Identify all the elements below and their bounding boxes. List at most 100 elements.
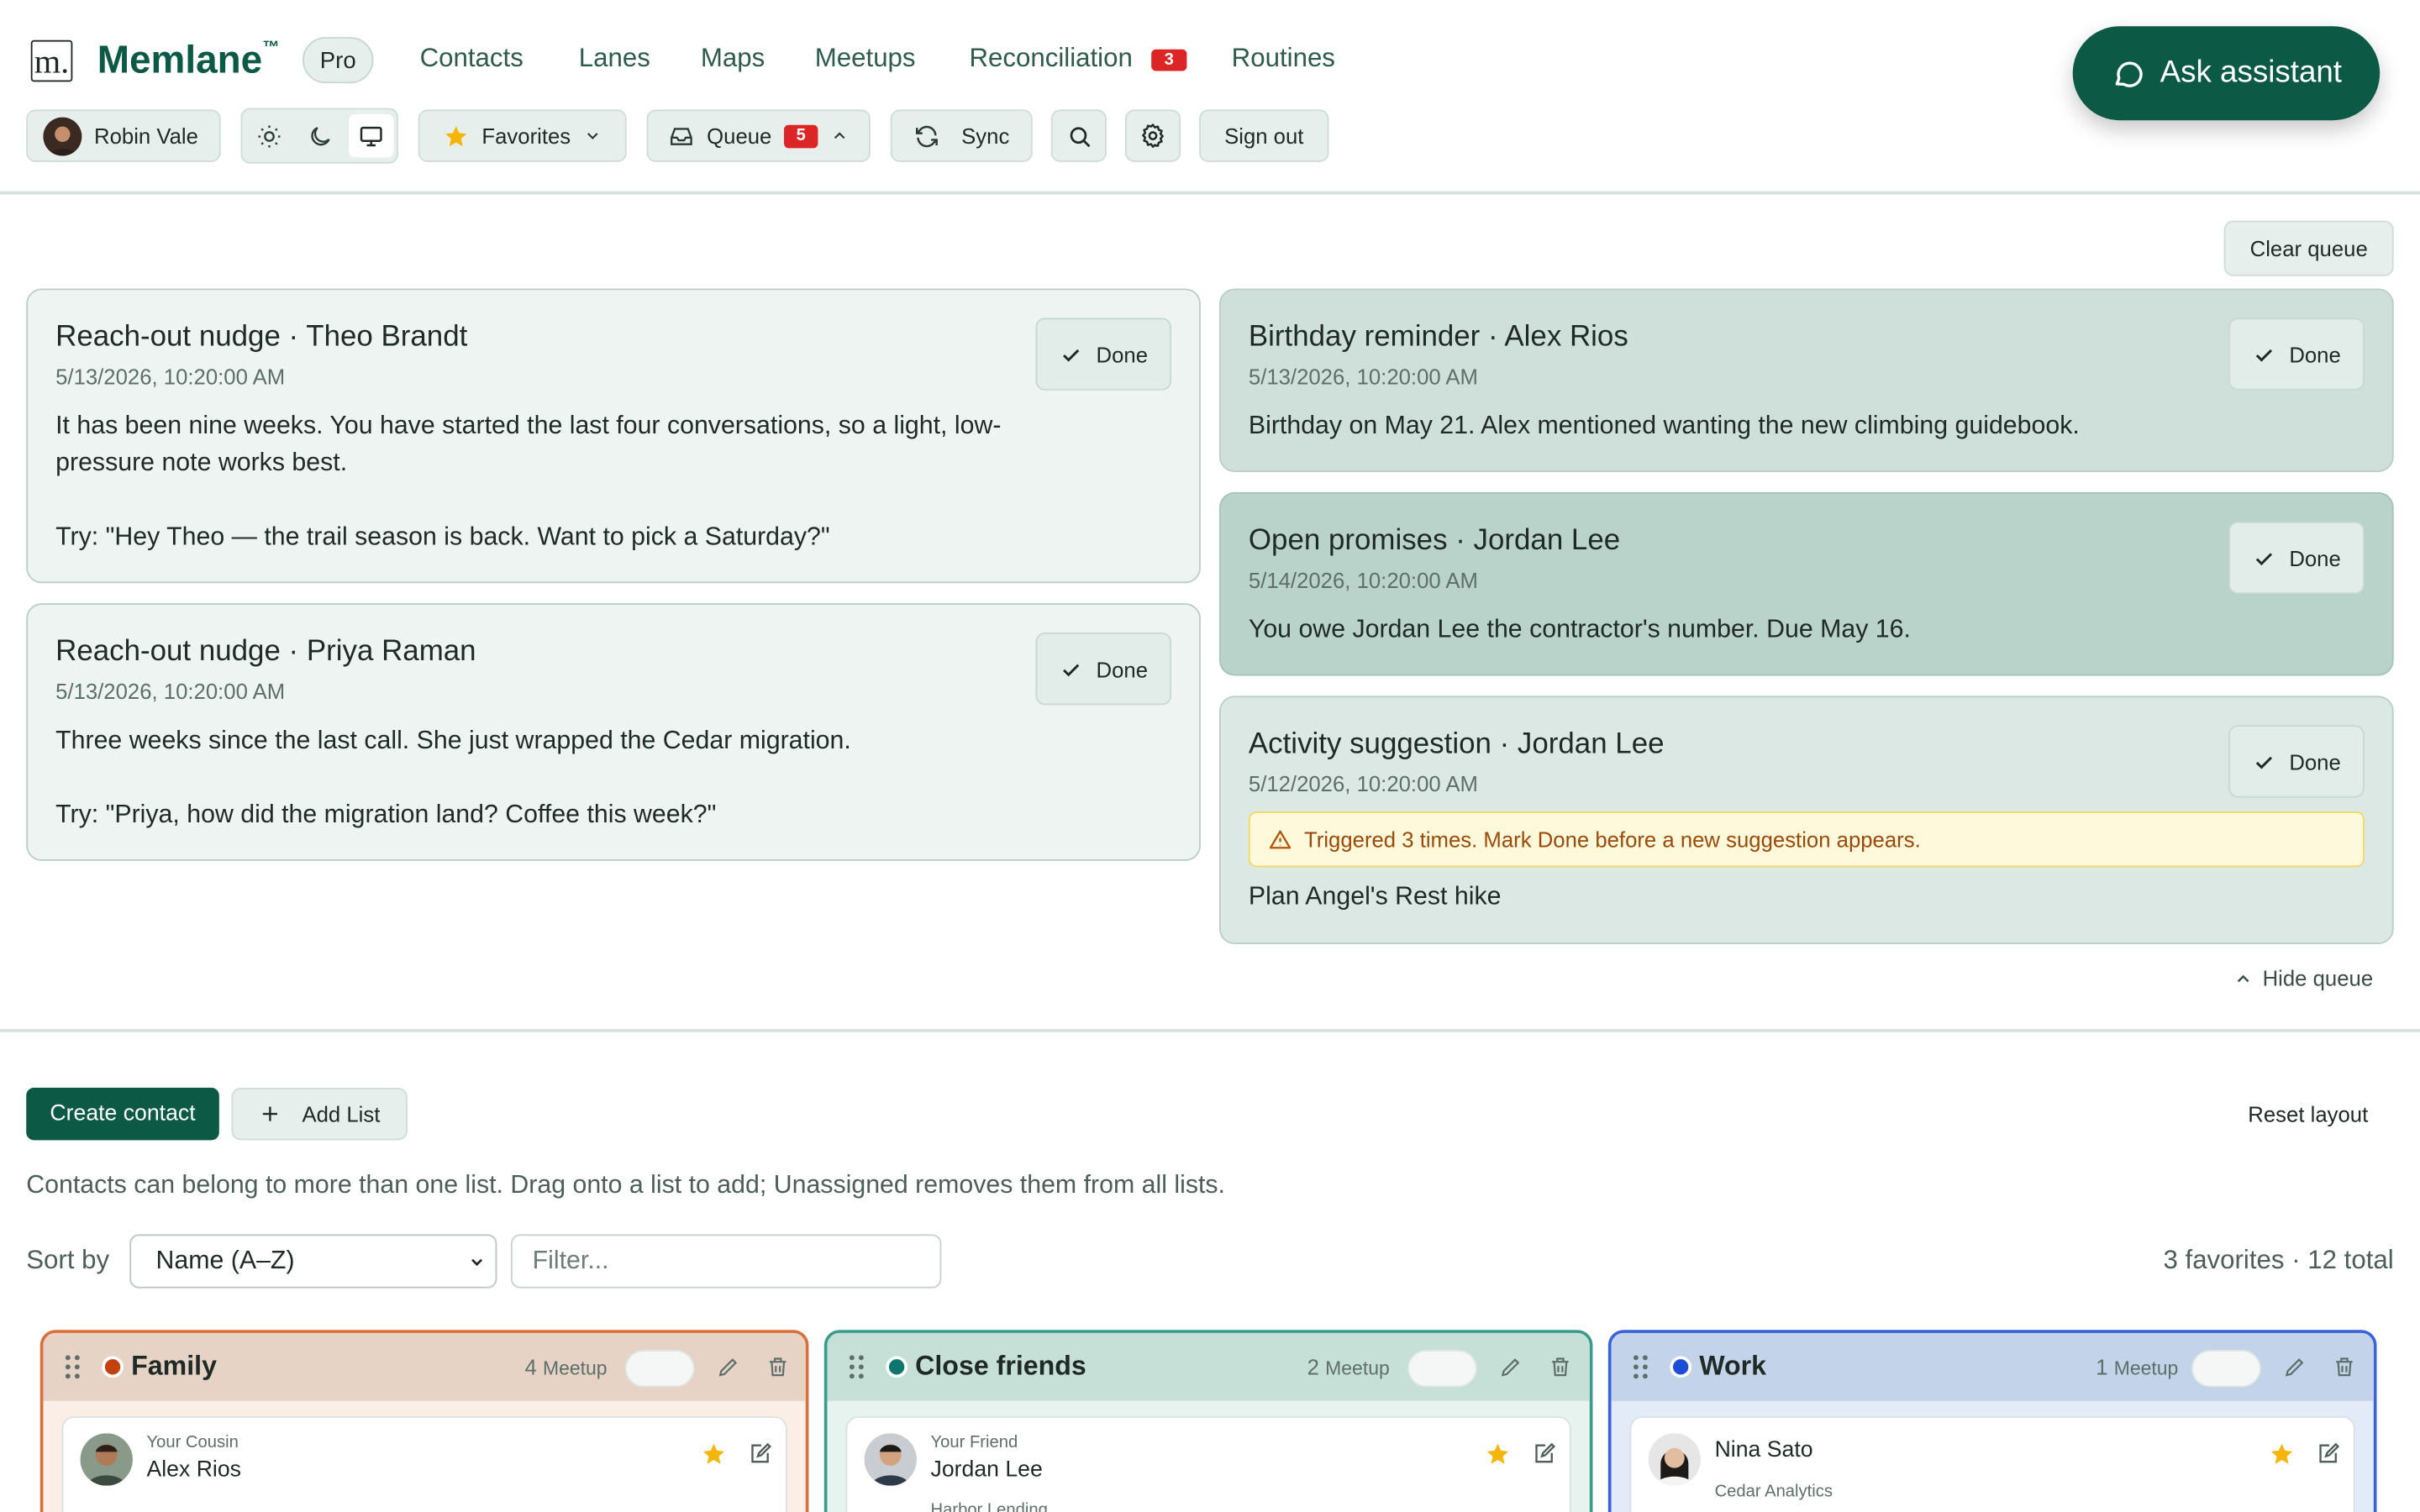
- list-count-number: 1: [2096, 1354, 2108, 1380]
- queue-card-date: 5/13/2026, 10:20:00 AM: [1248, 364, 1478, 389]
- list-count-number: 4: [524, 1354, 537, 1380]
- sync-label: Sync: [961, 123, 1010, 149]
- list-title: Family: [131, 1350, 217, 1381]
- drag-handle-icon[interactable]: [849, 1355, 864, 1379]
- done-label: Done: [1096, 656, 1149, 681]
- ask-assistant-button[interactable]: Ask assistant: [2072, 26, 2381, 121]
- refresh-icon: [913, 123, 939, 149]
- queue-card-suggestion: Try: "Priya, how did the migration land?…: [55, 801, 717, 829]
- board-help-text: Contacts can belong to more than one lis…: [26, 1171, 1225, 1200]
- sort-select[interactable]: Name (A–Z): [129, 1234, 497, 1289]
- app-name[interactable]: Memlane™: [97, 38, 280, 83]
- settings-button[interactable]: [1124, 109, 1181, 162]
- trademark: ™: [262, 38, 280, 57]
- sync-button[interactable]: Sync: [890, 109, 1033, 162]
- contact-totals: 3 favorites · 12 total: [2163, 1245, 2394, 1275]
- note-edit-icon[interactable]: [747, 1441, 773, 1467]
- search-icon: [1065, 123, 1092, 149]
- edit-icon[interactable]: [716, 1355, 740, 1379]
- done-button[interactable]: Done: [2228, 725, 2365, 798]
- done-button[interactable]: Done: [2228, 318, 2365, 391]
- warning-banner: Triggered 3 times. Mark Done before a ne…: [1248, 811, 2365, 868]
- queue-card-title: Reach-out nudge · Theo Brandt: [55, 321, 468, 354]
- meetup-toggle[interactable]: [1407, 1350, 1477, 1388]
- meetup-label: Meetup: [1325, 1357, 1390, 1380]
- avatar: [80, 1433, 133, 1486]
- nav-routines[interactable]: Routines: [1232, 43, 1335, 74]
- reconciliation-count-badge: 3: [1151, 49, 1187, 71]
- nav-lanes[interactable]: Lanes: [579, 43, 650, 74]
- nav-maps[interactable]: Maps: [701, 43, 765, 74]
- nav-contacts[interactable]: Contacts: [420, 43, 523, 74]
- clear-queue-button[interactable]: Clear queue: [2223, 220, 2394, 276]
- app-name-text[interactable]: Memlane: [97, 39, 262, 81]
- done-button[interactable]: Done: [1035, 633, 1172, 706]
- chevron-up-icon: [830, 127, 849, 145]
- queue-toggle-button[interactable]: Queue 5: [646, 109, 871, 162]
- theme-switcher: [240, 108, 398, 164]
- edit-icon[interactable]: [1498, 1355, 1523, 1379]
- queue-card-date: 5/12/2026, 10:20:00 AM: [1248, 771, 1478, 796]
- edit-icon[interactable]: [2282, 1355, 2307, 1379]
- sign-out-button[interactable]: Sign out: [1199, 109, 1329, 162]
- queue-card-activity: Activity suggestion · Jordan Lee 5/12/20…: [1218, 696, 2394, 945]
- header-divider: [0, 191, 2420, 195]
- drag-handle-icon[interactable]: [65, 1355, 80, 1379]
- queue-card-birthday: Birthday reminder · Alex Rios 5/13/2026,…: [1218, 288, 2394, 473]
- filter-input[interactable]: Filter...: [510, 1234, 942, 1289]
- create-contact-button[interactable]: Create contact: [26, 1087, 219, 1141]
- trash-icon[interactable]: [1548, 1355, 1572, 1379]
- trash-icon[interactable]: [2332, 1355, 2356, 1379]
- search-button[interactable]: [1050, 109, 1107, 162]
- queue-label: Queue: [707, 123, 772, 149]
- sun-icon[interactable]: [256, 123, 282, 150]
- done-label: Done: [1096, 341, 1149, 367]
- user-menu-button[interactable]: Robin Vale: [26, 109, 221, 162]
- reset-layout-button[interactable]: Reset layout: [2223, 1088, 2394, 1140]
- meetup-toggle[interactable]: [2191, 1350, 2261, 1388]
- queue-card-priya: Reach-out nudge · Priya Raman 5/13/2026,…: [26, 603, 1201, 861]
- star-icon[interactable]: [701, 1441, 727, 1467]
- logo-mark[interactable]: m.: [30, 39, 73, 82]
- done-button[interactable]: Done: [1035, 318, 1172, 391]
- favorites-dropdown[interactable]: Favorites: [418, 109, 627, 162]
- note-edit-icon[interactable]: [2315, 1441, 2341, 1467]
- list-title: Work: [1699, 1350, 1766, 1381]
- star-icon[interactable]: [2269, 1441, 2295, 1467]
- monitor-icon[interactable]: [349, 113, 394, 158]
- moon-icon[interactable]: [308, 123, 334, 150]
- hide-queue-link[interactable]: Hide queue: [2233, 966, 2373, 990]
- trash-icon[interactable]: [765, 1355, 790, 1379]
- star-icon[interactable]: [1485, 1441, 1511, 1467]
- chevron-down-icon: [468, 1252, 487, 1271]
- hide-queue-label: Hide queue: [2262, 965, 2374, 991]
- contact-card[interactable]: Nina Sato Cedar Analytics: [1629, 1416, 2355, 1512]
- contact-card[interactable]: Your Cousin Alex Rios: [61, 1416, 787, 1512]
- add-list-button[interactable]: Add List: [231, 1087, 408, 1141]
- check-icon: [1059, 657, 1083, 681]
- note-edit-icon[interactable]: [1531, 1441, 1557, 1467]
- nav-reconciliation[interactable]: Reconciliation: [969, 43, 1132, 74]
- list-header: Work 1 Meetup: [1611, 1332, 2374, 1401]
- queue-card-body: It has been nine weeks. You have started…: [55, 412, 1002, 440]
- meetup-toggle[interactable]: [624, 1350, 695, 1388]
- list-color-dot: [886, 1356, 908, 1378]
- user-name: Robin Vale: [94, 123, 198, 149]
- queue-card-body: Plan Angel's Rest hike: [1248, 882, 1502, 911]
- contact-card[interactable]: Your Friend Jordan Lee Harbor Lending: [845, 1416, 1571, 1512]
- done-label: Done: [2289, 341, 2341, 367]
- queue-divider: [0, 1029, 2420, 1032]
- queue-card-date: 5/14/2026, 10:20:00 AM: [1248, 567, 1478, 593]
- contact-name: Alex Rios: [146, 1457, 241, 1483]
- inbox-icon: [668, 123, 694, 149]
- check-icon: [2252, 545, 2276, 570]
- list-work: Work 1 Meetup Nina Sato Cedar Analytics: [1607, 1330, 2377, 1512]
- list-header: Family 4 Meetup: [43, 1332, 806, 1401]
- drag-handle-icon[interactable]: [1633, 1355, 1648, 1379]
- nav-meetups[interactable]: Meetups: [815, 43, 916, 74]
- done-label: Done: [2289, 748, 2341, 774]
- sort-label: Sort by: [26, 1245, 110, 1275]
- queue-card-title: Open promises · Jordan Lee: [1248, 524, 1621, 558]
- done-button[interactable]: Done: [2228, 521, 2365, 595]
- check-icon: [2252, 342, 2276, 366]
